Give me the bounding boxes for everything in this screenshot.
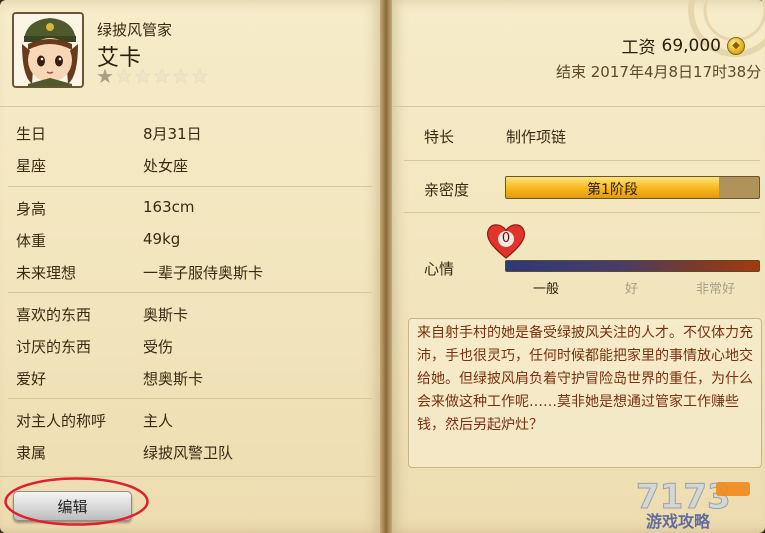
info-value-dream: 一辈子服侍奥斯卡	[143, 264, 264, 282]
info-label-dream: 未来理想	[16, 264, 77, 282]
mood-label: 心情	[424, 260, 455, 278]
info-label-hobby: 爱好	[16, 370, 47, 388]
info-label-birthday: 生日	[16, 125, 47, 143]
info-value-affiliation: 绿披风警卫队	[143, 444, 234, 462]
wage-label: 工资	[621, 38, 656, 58]
info-value-likes: 奥斯卡	[143, 306, 189, 324]
mood-tick-very-good: 非常好	[696, 282, 736, 297]
info-value-dislikes: 受伤	[143, 338, 174, 356]
character-avatar	[12, 12, 84, 88]
right-header-divider	[392, 106, 765, 107]
red-annotation-circle	[4, 477, 149, 526]
star-icon: ★	[152, 64, 171, 88]
mood-value: 0	[501, 231, 511, 246]
character-role: 绿披风管家	[97, 21, 173, 39]
watermark-text: 游戏攻略	[646, 512, 711, 531]
star-icon: ★	[96, 64, 114, 88]
info-value-weight: 49kg	[143, 230, 181, 248]
mood-tick-normal: 一般	[533, 282, 560, 297]
star-icon: ★	[171, 64, 190, 88]
intimacy-label: 亲密度	[424, 181, 470, 199]
info-divider	[8, 292, 372, 293]
wage-display: 工资 69,000 ◆	[622, 33, 745, 58]
character-description: 来自射手村的她是备受绿披风关注的人才。不仅体力充沛，手也很灵巧，任何时候都能把家…	[417, 325, 753, 433]
specialty-value: 制作项链	[506, 128, 567, 146]
character-star-rating: ★ ★ ★ ★ ★ ★	[96, 66, 209, 86]
star-icon: ★	[133, 64, 152, 88]
contract-end-time: 结束 2017年4月8日17时38分	[556, 63, 762, 81]
info-value-zodiac: 处女座	[143, 157, 189, 175]
book-spine	[380, 0, 392, 533]
info-label-zodiac: 星座	[16, 157, 47, 175]
gold-coin-icon: ◆	[727, 36, 745, 55]
info-divider	[8, 186, 372, 187]
mood-gradient-bar	[505, 260, 760, 272]
intimacy-progress-bar: 第1阶段	[505, 176, 760, 199]
info-label-dislikes: 讨厌的东西	[16, 338, 92, 356]
right-divider	[404, 212, 760, 213]
info-divider	[8, 398, 372, 399]
info-value-birthday: 8月31日	[143, 125, 202, 143]
right-divider	[404, 160, 760, 161]
info-label-master-title: 对主人的称呼	[16, 412, 107, 430]
character-profile-book: 绿披风管家 艾卡 ★ ★ ★ ★ ★ ★ 生日 8月31日 星座 处女座 身高 163cm…	[0, 0, 765, 533]
info-value-height: 163cm	[143, 198, 195, 216]
info-label-likes: 喜欢的东西	[16, 306, 92, 324]
star-icon: ★	[114, 64, 133, 88]
mood-tick-good: 好	[625, 282, 639, 297]
star-icon: ★	[190, 64, 209, 88]
info-value-master-title: 主人	[143, 412, 174, 430]
info-value-hobby: 想奥斯卡	[143, 370, 204, 388]
info-label-affiliation: 隶属	[16, 444, 47, 462]
info-label-weight: 体重	[16, 232, 47, 250]
wage-amount: 69,000	[661, 35, 721, 56]
character-portrait-icon	[14, 14, 82, 86]
specialty-label: 特长	[424, 128, 455, 146]
header-divider	[0, 106, 380, 107]
info-label-height: 身高	[16, 200, 47, 218]
intimacy-stage: 第1阶段	[587, 182, 638, 198]
